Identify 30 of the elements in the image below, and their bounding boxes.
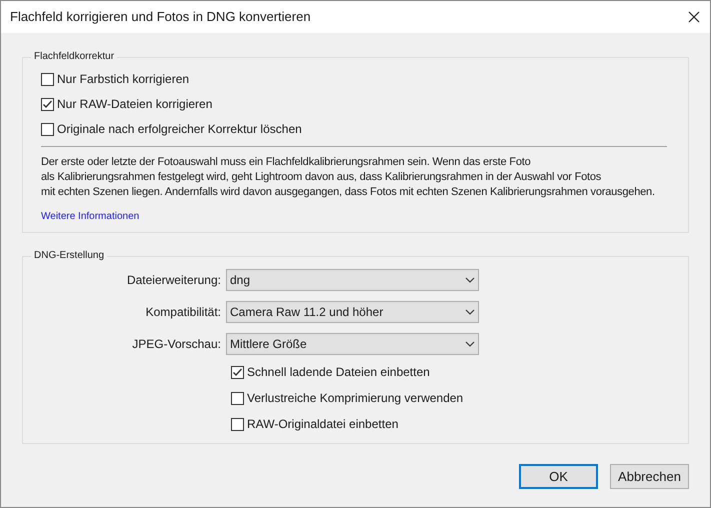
dropdown[interactable]: Mittlere Größe (226, 333, 479, 355)
dropdown[interactable]: Camera Raw 11.2 und höher (226, 301, 479, 323)
checkbox-label: Schnell ladende Dateien einbetten (247, 364, 430, 381)
checkbox-label: Nur Farbstich korrigieren (57, 71, 190, 88)
dropdown[interactable]: dng (226, 269, 479, 291)
dialog-button[interactable]: Abbrechen (610, 464, 689, 489)
checkbox-label: Verlustreiche Komprimierung verwenden (247, 390, 464, 407)
field-label: JPEG-Vorschau: (131, 336, 222, 353)
close-icon[interactable] (688, 11, 700, 23)
checkbox-label: RAW-Originaldatei einbetten (247, 416, 398, 433)
checkbox[interactable] (41, 122, 54, 136)
field-label: Dateierweiterung: (126, 272, 222, 289)
dialog-button[interactable]: OK (519, 464, 598, 489)
window-title: Flachfeld korrigieren und Fotos in DNG konvertieren (10, 8, 311, 26)
chevron-down-icon (465, 309, 475, 315)
checkmark-icon (232, 366, 243, 378)
checkbox[interactable] (231, 418, 244, 430)
checkbox-label: Nur RAW-Dateien korrigieren (57, 96, 212, 113)
description-text: Der erste oder letzte der Fotoauswahl muss ein Flachfeldkalibrierungsrahmen sein. Wenn das erste Foto als Kalibrierungsrahmen festgelegt wird, geht Lightroom davon aus, dass Kalibrierungsrahmen in der Auswahl vor Fotos mit echten Szenen liegen. Andernfalls wird davon ausgegangen, dass Fotos mit echten Szenen Kalibrierungsrahmen vorausgehen. (41, 155, 655, 200)
more-info-link[interactable]: Weitere Informationen (41, 209, 140, 224)
checkmark-icon (42, 98, 53, 110)
chevron-down-icon (465, 341, 475, 347)
checkbox[interactable] (231, 366, 244, 378)
checkbox-label: Originale nach erfolgreicher Korrektur löschen (57, 121, 302, 138)
checkbox[interactable] (41, 72, 54, 86)
checkbox[interactable] (41, 98, 54, 110)
group-legend: DNG-Erstellung (31, 249, 108, 263)
checkbox[interactable] (231, 392, 244, 404)
chevron-down-icon (465, 277, 475, 283)
field-label: Kompatibilität: (144, 304, 222, 321)
